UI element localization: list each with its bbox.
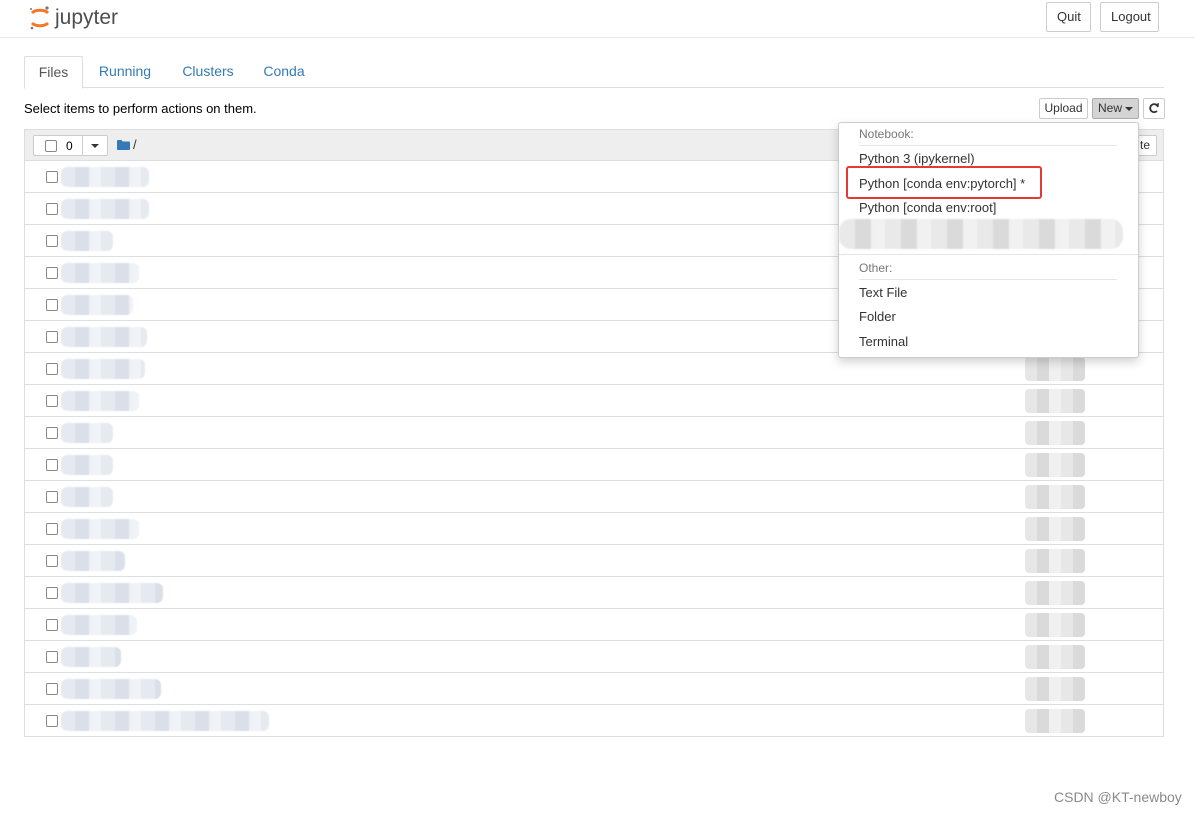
row-checkbox[interactable]	[46, 235, 58, 247]
redacted-file-meta	[1025, 357, 1085, 381]
highlight-annotation-box	[846, 166, 1042, 199]
new-button[interactable]: New	[1092, 98, 1139, 119]
table-row[interactable]	[25, 577, 1163, 609]
row-checkbox[interactable]	[46, 587, 58, 599]
tab-clusters[interactable]: Clusters	[174, 56, 242, 88]
table-row[interactable]	[25, 513, 1163, 545]
row-checkbox[interactable]	[46, 267, 58, 279]
main-tabs: Files Running Clusters Conda	[24, 56, 1164, 89]
refresh-button[interactable]	[1143, 98, 1165, 119]
caret-down-icon	[1125, 106, 1133, 111]
table-row[interactable]	[25, 417, 1163, 449]
select-dropdown[interactable]: 0	[33, 135, 108, 156]
row-checkbox[interactable]	[46, 427, 58, 439]
redacted-file-name[interactable]	[61, 647, 121, 667]
redacted-file-name[interactable]	[61, 359, 145, 379]
redacted-file-name[interactable]	[61, 167, 149, 187]
breadcrumb-root[interactable]: /	[133, 137, 137, 152]
redacted-file-meta	[1025, 549, 1085, 573]
row-checkbox[interactable]	[46, 651, 58, 663]
row-checkbox[interactable]	[46, 619, 58, 631]
redacted-file-name[interactable]	[61, 391, 139, 411]
redacted-file-name[interactable]	[61, 327, 147, 347]
quit-button[interactable]: Quit	[1046, 2, 1091, 32]
redacted-file-name[interactable]	[61, 487, 113, 507]
redacted-file-name[interactable]	[61, 263, 139, 283]
row-checkbox[interactable]	[46, 683, 58, 695]
redacted-file-name[interactable]	[61, 423, 113, 443]
menu-item-python3-ipykernel[interactable]: Python 3 (ipykernel)	[859, 151, 975, 166]
upload-button[interactable]: Upload	[1039, 98, 1088, 119]
menu-item-terminal[interactable]: Terminal	[859, 334, 908, 349]
redacted-file-meta	[1025, 581, 1085, 605]
row-checkbox[interactable]	[46, 395, 58, 407]
menu-item-conda-root[interactable]: Python [conda env:root]	[859, 200, 996, 215]
row-checkbox[interactable]	[46, 555, 58, 567]
row-checkbox[interactable]	[46, 171, 58, 183]
row-checkbox[interactable]	[46, 203, 58, 215]
menu-item-text-file[interactable]: Text File	[859, 285, 907, 300]
row-checkbox[interactable]	[46, 491, 58, 503]
redacted-file-name[interactable]	[61, 583, 163, 603]
row-checkbox[interactable]	[46, 459, 58, 471]
redacted-file-name[interactable]	[61, 519, 139, 539]
redacted-file-meta	[1025, 613, 1085, 637]
table-row[interactable]	[25, 385, 1163, 417]
new-dropdown-menu: Notebook: Python 3 (ipykernel) Python [c…	[838, 122, 1139, 358]
redacted-file-meta	[1025, 517, 1085, 541]
menu-divider	[859, 145, 1117, 146]
select-divider	[82, 136, 83, 155]
menu-item-folder[interactable]: Folder	[859, 309, 896, 324]
folder-icon	[117, 140, 130, 150]
row-checkbox[interactable]	[46, 363, 58, 375]
jupyter-logo[interactable]: jupyter	[28, 4, 138, 32]
caret-down-icon[interactable]	[91, 144, 99, 148]
table-row[interactable]	[25, 481, 1163, 513]
select-items-message: Select items to perform actions on them.	[24, 101, 257, 116]
redacted-file-name[interactable]	[61, 551, 125, 571]
menu-divider	[839, 254, 1138, 255]
header-bar: jupyter Quit Logout	[0, 0, 1195, 38]
redacted-file-meta	[1025, 421, 1085, 445]
tab-files[interactable]: Files	[24, 56, 83, 89]
redacted-file-meta	[1025, 453, 1085, 477]
redacted-menu-item	[839, 219, 1123, 249]
jupyter-logo-icon: jupyter	[30, 6, 118, 30]
watermark: CSDN @KT-newboy	[1054, 789, 1182, 805]
redacted-file-meta	[1025, 389, 1085, 413]
table-row[interactable]	[25, 705, 1163, 737]
row-checkbox[interactable]	[46, 523, 58, 535]
row-checkbox[interactable]	[46, 331, 58, 343]
redacted-file-name[interactable]	[61, 199, 149, 219]
logo-text: jupyter	[54, 6, 118, 29]
redacted-file-meta	[1025, 485, 1085, 509]
logout-button[interactable]: Logout	[1100, 2, 1159, 32]
row-checkbox[interactable]	[46, 715, 58, 727]
selected-count: 0	[66, 139, 73, 153]
redacted-file-name[interactable]	[61, 455, 113, 475]
redacted-file-name[interactable]	[61, 615, 137, 635]
table-row[interactable]	[25, 449, 1163, 481]
table-row[interactable]	[25, 641, 1163, 673]
other-header: Other:	[859, 261, 893, 275]
table-row[interactable]	[25, 673, 1163, 705]
select-all-checkbox[interactable]	[45, 140, 57, 152]
redacted-file-name[interactable]	[61, 711, 269, 731]
tab-running[interactable]: Running	[90, 56, 160, 88]
notebook-header: Notebook:	[859, 127, 914, 141]
table-row[interactable]	[25, 545, 1163, 577]
refresh-icon	[1149, 103, 1159, 114]
redacted-file-meta	[1025, 709, 1085, 733]
menu-divider	[859, 279, 1117, 280]
redacted-file-name[interactable]	[61, 231, 113, 251]
redacted-file-meta	[1025, 677, 1085, 701]
tab-conda[interactable]: Conda	[256, 56, 312, 88]
table-row[interactable]	[25, 609, 1163, 641]
new-button-label: New	[1097, 101, 1122, 115]
redacted-file-name[interactable]	[61, 295, 133, 315]
redacted-file-meta	[1025, 645, 1085, 669]
row-checkbox[interactable]	[46, 299, 58, 311]
redacted-file-name[interactable]	[61, 679, 161, 699]
